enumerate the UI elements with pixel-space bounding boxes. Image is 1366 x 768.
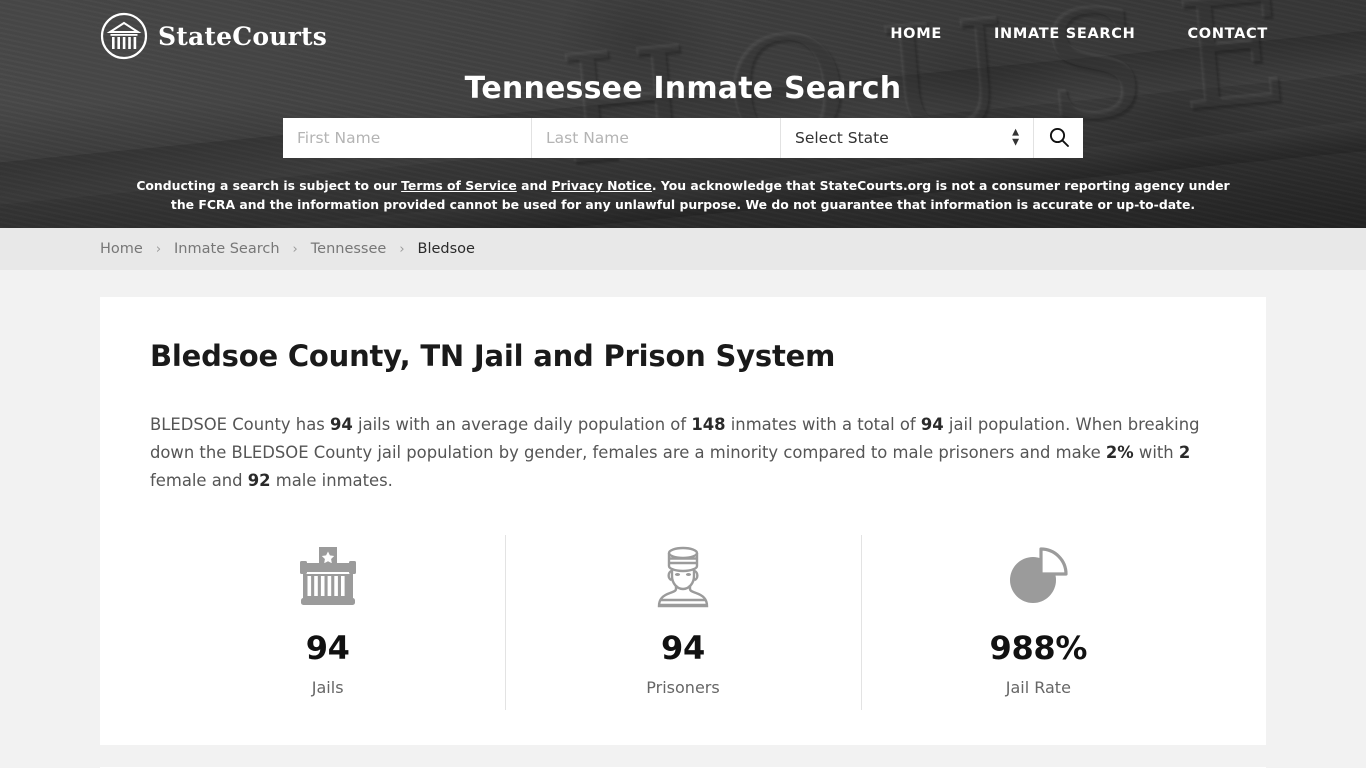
summary-text-3: inmates with a total of [725, 415, 921, 434]
page-body: Bledsoe County, TN Jail and Prison Syste… [0, 270, 1366, 768]
summary-male-count: 92 [247, 471, 271, 490]
stat-jail-rate: 988% Jail Rate [860, 533, 1216, 710]
breadcrumb-item-tennessee[interactable]: Tennessee [311, 241, 387, 257]
breadcrumb: Home › Inmate Search › Tennessee › Bleds… [100, 241, 475, 257]
first-name-input[interactable] [283, 118, 532, 158]
chevron-right-icon: › [292, 241, 298, 257]
breadcrumb-item-bledsoe: Bledsoe [417, 241, 475, 257]
summary-text-5: with [1133, 443, 1179, 462]
inmate-search-form: Select State ▲▼ [283, 118, 1083, 158]
terms-of-service-link[interactable]: Terms of Service [401, 178, 517, 193]
search-icon [1048, 126, 1070, 151]
summary-adp-count: 148 [691, 415, 726, 434]
summary-jails-count: 94 [330, 415, 353, 434]
brand-name: StateCourts [158, 21, 327, 51]
search-button[interactable] [1034, 118, 1083, 158]
disclaimer-part-2: and [516, 178, 552, 193]
summary-female-percent: 2% [1105, 443, 1134, 462]
stat-prisoners: 94 Prisoners [505, 533, 860, 710]
hero-banner: HOUSE StateCourts HOME INMAT [0, 0, 1366, 228]
chevron-right-icon: › [155, 241, 162, 257]
pie-chart-icon [861, 541, 1216, 611]
stat-jail-rate-value: 988% [989, 629, 1088, 667]
nav-inmate-search[interactable]: INMATE SEARCH [994, 26, 1136, 42]
main-navigation: HOME INMATE SEARCH CONTACT [890, 26, 1268, 42]
search-disclaimer: Conducting a search is subject to our Te… [130, 176, 1236, 214]
summary-text-1: BLEDSOE County has [150, 415, 330, 434]
jail-building-icon [150, 541, 505, 611]
privacy-notice-link[interactable]: Privacy Notice [551, 178, 651, 193]
summary-text-6: female and [150, 471, 248, 490]
summary-total-population: 94 [920, 415, 944, 434]
county-overview-card: Bledsoe County, TN Jail and Prison Syste… [100, 297, 1266, 745]
stat-jails-value: 94 [305, 629, 350, 667]
nav-contact[interactable]: CONTACT [1187, 26, 1268, 42]
county-statistics: 94 Jails 94 Prisoners 988% Jail Rate [150, 533, 1216, 745]
chevron-updown-icon: ▲ ▼ [1012, 127, 1019, 148]
stat-prisoners-value: 94 [661, 629, 705, 667]
stat-jail-rate-label: Jail Rate [1005, 678, 1071, 697]
county-title: Bledsoe County, TN Jail and Prison Syste… [150, 339, 836, 373]
stat-jails: 94 Jails [150, 533, 505, 699]
brand-logo[interactable]: StateCourts [100, 12, 327, 60]
card-spacer [0, 745, 1366, 767]
nav-home[interactable]: HOME [890, 26, 942, 42]
summary-text-7: male inmates. [270, 471, 393, 490]
stat-jails-label: Jails [311, 678, 344, 697]
last-name-input[interactable] [532, 118, 781, 158]
state-select-value: Select State [795, 129, 889, 147]
courthouse-circle-icon [100, 12, 148, 60]
chevron-right-icon: › [399, 241, 405, 257]
stat-prisoners-label: Prisoners [646, 678, 720, 697]
summary-female-count: 2 [1178, 443, 1191, 462]
breadcrumb-bar: Home › Inmate Search › Tennessee › Bleds… [0, 228, 1366, 270]
prisoner-icon [505, 541, 860, 611]
disclaimer-part-1: Conducting a search is subject to our [136, 178, 402, 193]
page-title: Tennessee Inmate Search [464, 71, 902, 106]
breadcrumb-item-inmate-search[interactable]: Inmate Search [174, 241, 280, 257]
breadcrumb-item-home[interactable]: Home [100, 241, 143, 257]
state-select[interactable]: Select State ▲ ▼ [781, 118, 1034, 158]
county-summary: BLEDSOE County has 94 jails with an aver… [150, 411, 1216, 495]
summary-text-2: jails with an average daily population o… [352, 415, 692, 434]
